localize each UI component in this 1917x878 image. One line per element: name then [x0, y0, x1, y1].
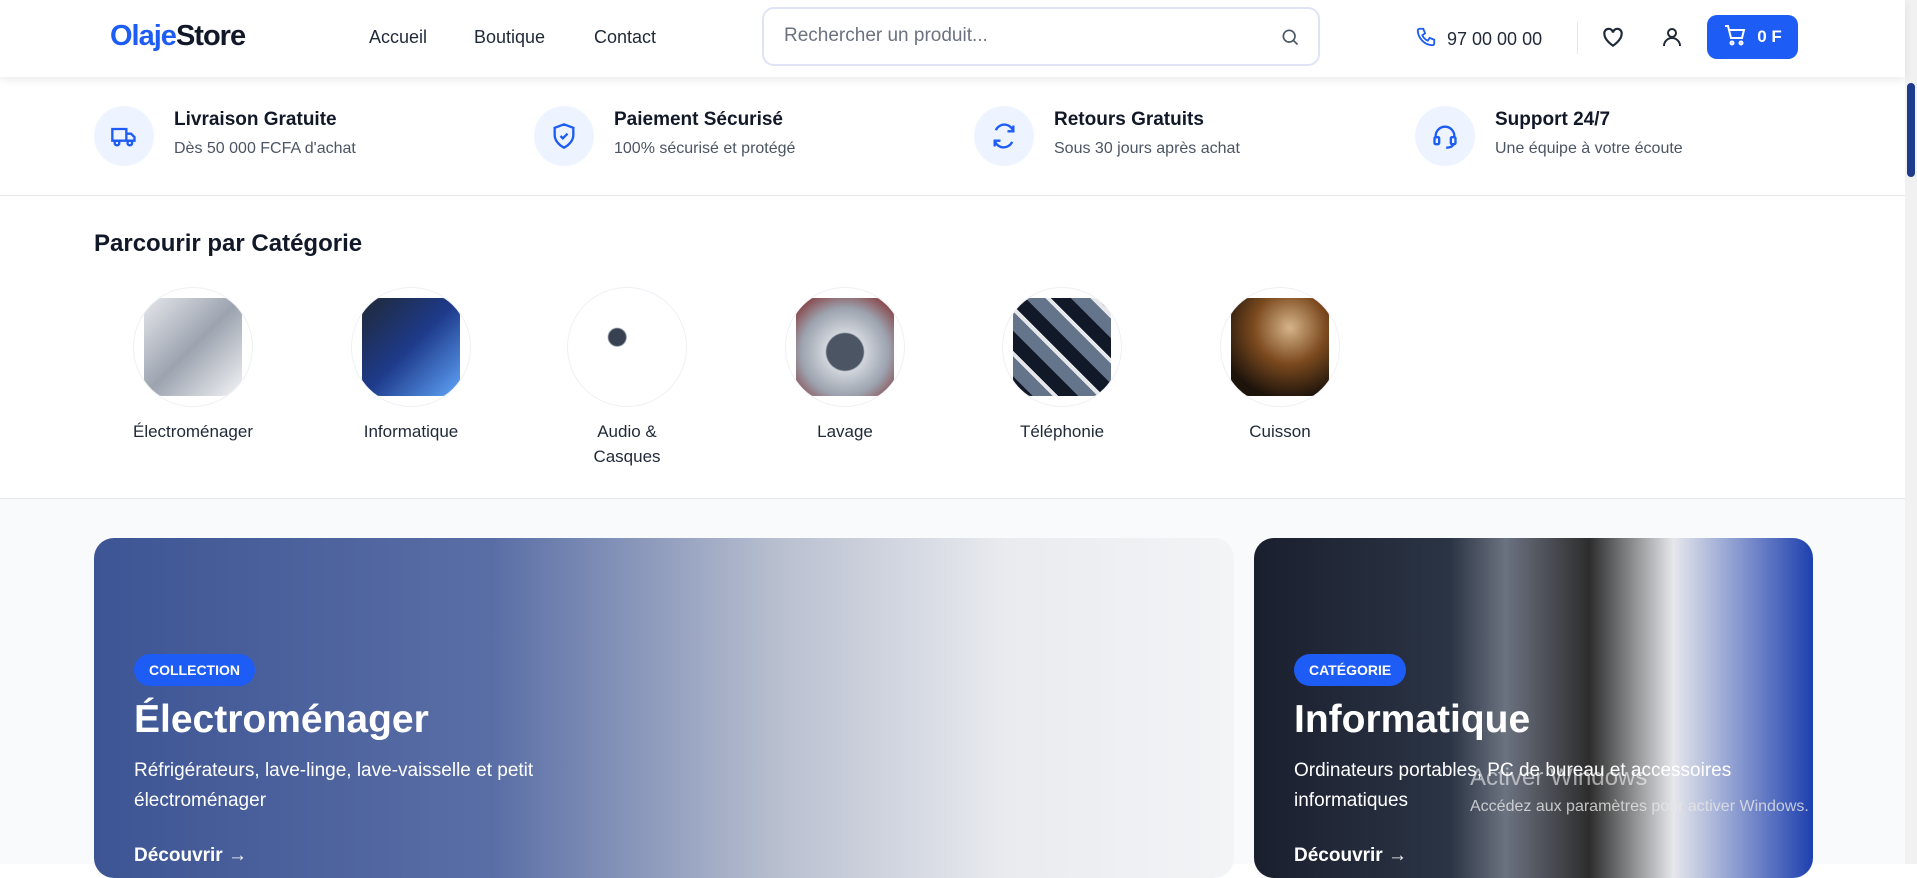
feature-item: Paiement Sécurisé 100% sécurisé et protég… [534, 106, 795, 166]
shield-check-icon [534, 106, 594, 166]
features-bar: Livraison Gratuite Dès 50 000 FCFA d'acha… [0, 77, 1905, 196]
category-label: Informatique [363, 422, 459, 441]
site-header: OlajeStore Accueil Boutique Contact 97 0… [0, 0, 1905, 77]
feature-subtitle: Sous 30 jours après achat [1054, 140, 1240, 157]
category-cuisson[interactable]: Cuisson [1205, 287, 1355, 444]
category-label: Audio & Casques [593, 422, 661, 466]
feature-item: Livraison Gratuite Dès 50 000 FCFA d'acha… [94, 106, 356, 166]
banner-title: Informatique [1294, 698, 1531, 741]
category-informatique[interactable]: Informatique [336, 287, 486, 444]
headset-icon [1415, 106, 1475, 166]
phone-number: 97 00 00 00 [1447, 29, 1543, 49]
category-telephonie[interactable]: Téléphonie [987, 287, 1137, 444]
scrollbar-thumb[interactable] [1907, 83, 1915, 177]
nav-contact[interactable]: Contact [594, 27, 656, 48]
windows-watermark-title: Activer Windows [1470, 764, 1648, 791]
category-image [1013, 298, 1111, 396]
banner-title: Électroménager [134, 698, 429, 741]
windows-watermark-subtitle: Accédez aux paramètres pour activer Wind… [1470, 798, 1809, 815]
phone-link[interactable]: 97 00 00 00 [1415, 26, 1542, 53]
category-image [1231, 298, 1329, 396]
cart-button[interactable]: 0 F [1707, 15, 1798, 59]
divider [1577, 22, 1578, 54]
heart-icon[interactable] [1600, 24, 1626, 55]
feature-title: Retours Gratuits [1054, 109, 1204, 130]
category-lavage[interactable]: Lavage [770, 287, 920, 444]
categories-heading: Parcourir par Catégorie [94, 230, 363, 257]
category-image [578, 298, 676, 396]
category-label: Électroménager [132, 422, 253, 441]
phone-icon [1415, 26, 1437, 53]
feature-subtitle: Une équipe à votre écoute [1495, 140, 1683, 157]
user-icon[interactable] [1660, 24, 1684, 55]
feature-item: Retours Gratuits Sous 30 jours après acha… [974, 106, 1240, 166]
category-image [796, 298, 894, 396]
category-image [144, 298, 242, 396]
banner-description: Réfrigérateurs, lave-linge, lave-vaissel… [134, 760, 534, 811]
feature-subtitle: Dès 50 000 FCFA d'achat [174, 140, 356, 157]
category-label: Cuisson [1249, 422, 1311, 441]
category-audio[interactable]: Audio & Casques [552, 287, 702, 469]
category-label: Téléphonie [1019, 422, 1105, 441]
feature-item: Support 24/7 Une équipe à votre écoute [1415, 106, 1683, 166]
truck-icon [94, 106, 154, 166]
feature-subtitle: 100% sécurisé et protégé [614, 140, 796, 157]
search-input[interactable] [784, 25, 1264, 47]
banner-badge: COLLECTION [134, 654, 255, 686]
scrollbar[interactable] [1905, 0, 1917, 864]
search-icon[interactable] [1280, 27, 1300, 52]
category-label: Lavage [817, 422, 873, 441]
refresh-icon [974, 106, 1034, 166]
feature-title: Livraison Gratuite [174, 109, 337, 130]
category-electromenager[interactable]: Électroménager [118, 287, 268, 444]
logo[interactable]: OlajeStore [110, 20, 246, 53]
feature-title: Support 24/7 [1495, 109, 1611, 130]
cart-icon [1723, 23, 1747, 52]
cart-total: 0 F [1757, 27, 1782, 46]
banner-badge: CATÉGORIE [1294, 654, 1407, 686]
category-image [362, 298, 460, 396]
nav-accueil[interactable]: Accueil [369, 27, 427, 48]
feature-title: Paiement Sécurisé [614, 109, 783, 130]
nav-boutique[interactable]: Boutique [474, 27, 545, 48]
search-box [762, 7, 1320, 66]
